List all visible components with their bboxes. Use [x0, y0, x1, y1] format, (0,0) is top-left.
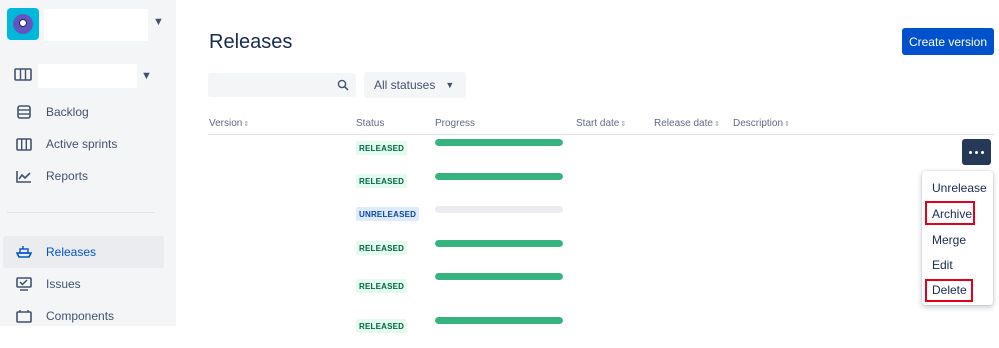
ship-icon	[15, 244, 33, 260]
table-row[interactable]: RELEASED	[208, 173, 994, 207]
backlog-icon	[15, 104, 33, 120]
progress-fill	[435, 240, 563, 247]
project-avatar[interactable]	[7, 8, 39, 40]
table-row[interactable]: RELEASED	[208, 240, 994, 274]
table-header-divider	[208, 134, 994, 135]
progress-bar	[435, 240, 563, 247]
table-row[interactable]: UNRELEASED	[208, 206, 994, 240]
progress-fill	[435, 273, 563, 280]
status-filter-dropdown[interactable]: All statuses ▼	[364, 72, 466, 98]
sidebar-divider	[7, 212, 154, 213]
progress-bar	[435, 206, 563, 213]
more-actions-button[interactable]	[962, 139, 991, 165]
sidebar: ▼ ▼ Backlog Active sprints Reports Relea…	[0, 0, 176, 326]
chevron-down-icon[interactable]: ▼	[153, 16, 164, 28]
sidebar-item-issues[interactable]: Issues	[3, 268, 164, 300]
sort-icon: ⇕	[620, 120, 627, 128]
progress-fill	[435, 317, 563, 324]
board-columns-icon	[15, 136, 33, 152]
table-row[interactable]: RELEASED	[208, 273, 994, 307]
archive-highlight-box	[925, 201, 975, 225]
search-input[interactable]	[208, 73, 356, 97]
progress-bar	[435, 273, 563, 280]
column-header-label: Progress	[435, 118, 476, 129]
column-header-status: Status	[356, 118, 384, 129]
status-lozenge: RELEASED	[356, 279, 408, 293]
sidebar-item-label: Reports	[46, 169, 89, 183]
sidebar-item-label: Backlog	[46, 105, 89, 119]
chevron-down-icon[interactable]: ▼	[141, 70, 152, 82]
table-row[interactable]: RELEASED	[208, 314, 994, 348]
status-filter-label: All statuses	[374, 78, 436, 92]
progress-fill	[435, 173, 563, 180]
board-icon	[14, 68, 32, 81]
column-header-description[interactable]: Description ⇕	[733, 118, 790, 129]
status-lozenge: RELEASED	[356, 319, 408, 333]
sidebar-item-active-sprints[interactable]: Active sprints	[3, 128, 164, 160]
chevron-down-icon: ▼	[445, 80, 455, 90]
column-header-progress: Progress	[435, 118, 475, 129]
column-header-label: Version	[209, 118, 243, 129]
delete-highlight-box	[925, 279, 973, 302]
column-header-label: Release date	[654, 118, 713, 129]
column-header-start-date[interactable]: Start date ⇕	[576, 118, 626, 129]
create-version-button[interactable]: Create version	[902, 28, 994, 55]
menu-item-merge[interactable]: Merge	[932, 233, 966, 247]
status-lozenge: RELEASED	[356, 241, 408, 255]
menu-item-edit[interactable]: Edit	[932, 258, 953, 272]
status-lozenge: RELEASED	[356, 174, 408, 188]
sidebar-item-label: Components	[46, 309, 115, 323]
sort-icon: ⇕	[713, 120, 720, 128]
sort-icon: ⇕	[784, 120, 790, 128]
progress-fill	[435, 139, 563, 146]
progress-bar	[435, 173, 563, 180]
progress-bar	[435, 139, 563, 146]
sidebar-item-backlog[interactable]: Backlog	[3, 96, 164, 128]
robot-icon	[13, 14, 33, 34]
sidebar-item-label: Issues	[46, 277, 81, 291]
project-name[interactable]	[44, 9, 148, 41]
menu-item-unrelease[interactable]: Unrelease	[932, 181, 987, 195]
search-icon	[337, 79, 349, 91]
sidebar-item-components[interactable]: Components	[3, 300, 164, 332]
column-header-version[interactable]: Version ⇕	[209, 118, 249, 129]
board-name[interactable]	[38, 64, 137, 88]
column-header-release-date[interactable]: Release date ⇕	[654, 118, 720, 129]
issues-icon	[15, 276, 33, 292]
page-title: Releases	[209, 31, 293, 53]
status-lozenge: RELEASED	[356, 141, 408, 155]
sidebar-item-label: Active sprints	[46, 137, 118, 151]
column-header-label: Start date	[576, 118, 620, 129]
sidebar-item-reports[interactable]: Reports	[3, 160, 164, 192]
column-header-label: Description	[733, 118, 784, 129]
sidebar-item-label: Releases	[46, 245, 97, 259]
table-row[interactable]: RELEASED	[208, 139, 994, 173]
components-icon	[15, 308, 33, 324]
status-lozenge: UNRELEASED	[356, 207, 420, 221]
progress-bar	[435, 317, 563, 324]
sort-icon: ⇕	[243, 120, 250, 128]
column-header-label: Status	[356, 118, 385, 129]
reports-chart-icon	[15, 168, 33, 184]
sidebar-item-releases[interactable]: Releases	[3, 236, 164, 268]
